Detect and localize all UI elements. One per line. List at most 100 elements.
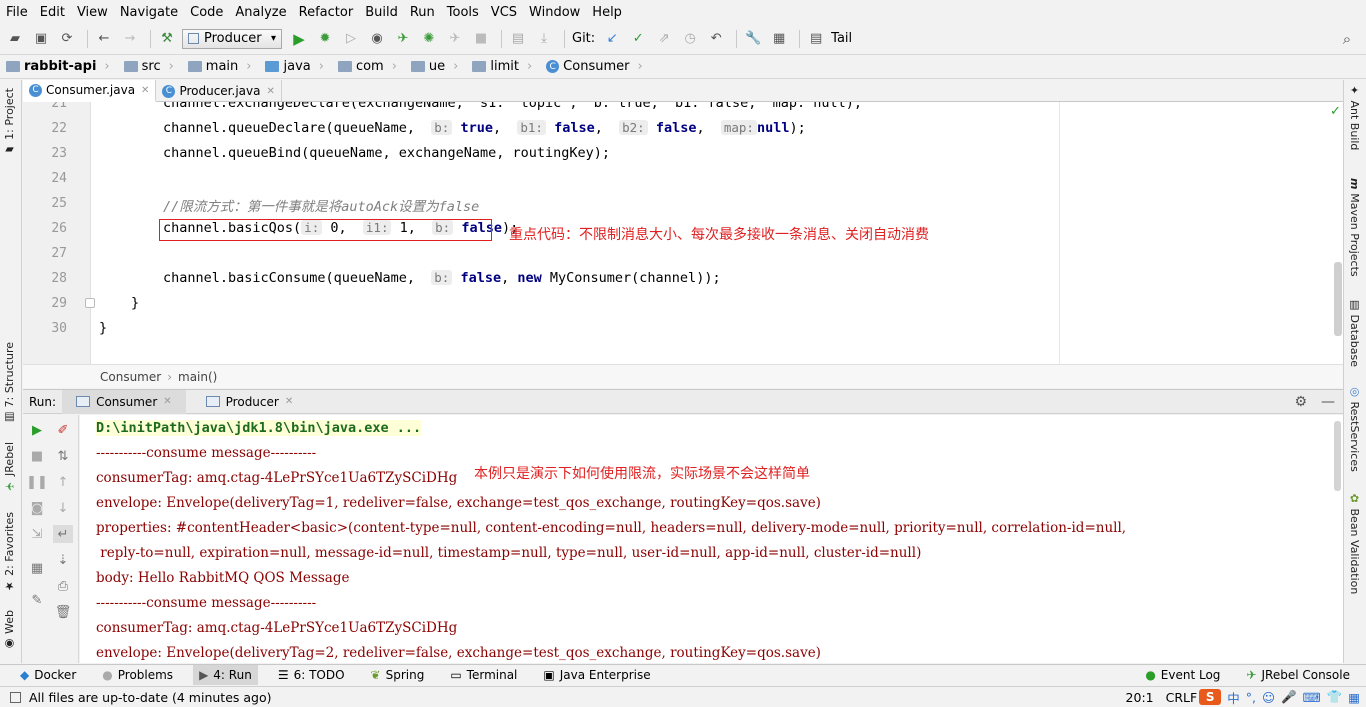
ime-skin-icon[interactable]: 👕 xyxy=(1327,689,1343,705)
git-update-icon[interactable]: ↙ xyxy=(601,28,623,50)
bottom-tab-spring[interactable]: ❦ Spring xyxy=(365,665,431,685)
pin-icon[interactable]: ✎ xyxy=(27,591,47,609)
menu-tools[interactable]: Tools xyxy=(447,5,479,20)
tool-window-maven[interactable]: m Maven Projects xyxy=(1348,178,1361,277)
debug-icon[interactable]: ✹ xyxy=(314,28,336,50)
bottom-tab-event-log[interactable]: ● Event Log xyxy=(1139,665,1226,685)
clear-icon[interactable]: ✐ xyxy=(53,421,73,439)
breadcrumb-limit[interactable]: limit › xyxy=(472,59,532,74)
bottom-tab-terminal[interactable]: ▭ Terminal xyxy=(444,665,523,685)
code-crumb-method[interactable]: main() xyxy=(178,370,217,384)
project-structure-icon[interactable]: ▤ xyxy=(507,28,529,50)
back-icon[interactable]: ← xyxy=(93,28,115,50)
close-icon[interactable]: ✕ xyxy=(141,85,149,96)
bottom-tab-problems[interactable]: ● Problems xyxy=(96,665,179,685)
menu-analyze[interactable]: Analyze xyxy=(235,5,286,20)
menu-refactor[interactable]: Refactor xyxy=(299,5,354,20)
sdk-download-icon[interactable]: ⤓ xyxy=(533,28,555,50)
console-output[interactable]: D:\initPath\java\jdk1.8\bin\java.exe ...… xyxy=(80,415,1343,663)
breadcrumb-com[interactable]: com › xyxy=(337,59,397,74)
soft-wrap-icon[interactable]: ↵ xyxy=(53,525,73,543)
bottom-tab-run[interactable]: ▶ 4: Run xyxy=(193,665,258,685)
forward-icon[interactable]: → xyxy=(119,28,141,50)
tool-window-favorites[interactable]: ★ 2: Favorites xyxy=(3,512,16,592)
tool-window-structure[interactable]: ▤ 7: Structure xyxy=(3,342,16,424)
run-coverage-icon[interactable]: ▷ xyxy=(340,28,362,50)
tab-consumer-java[interactable]: C Consumer.java ✕ xyxy=(23,80,157,102)
run-tab-consumer[interactable]: Consumer ✕ xyxy=(62,389,186,414)
git-rollback-icon[interactable]: ↶ xyxy=(705,28,727,50)
breadcrumb-main[interactable]: main › xyxy=(187,59,251,74)
run-config-select[interactable]: Producer ▾ xyxy=(182,28,282,49)
run-icon[interactable]: ▶ xyxy=(288,28,310,50)
status-toggle-icon[interactable] xyxy=(10,691,21,703)
code-editor[interactable]: 21 22 23 24 25 26 27 28 29 30 channel.ex… xyxy=(23,102,1343,364)
menu-code[interactable]: Code xyxy=(190,5,223,20)
close-icon[interactable]: ✕ xyxy=(285,396,293,407)
tool-window-bean-validation[interactable]: ✿ Bean Validation xyxy=(1348,492,1361,594)
rerun-icon[interactable]: ▶ xyxy=(27,421,47,439)
jrebel-run-icon[interactable]: ✈ xyxy=(392,28,414,50)
console-scrollbar[interactable] xyxy=(1334,421,1341,491)
bottom-tab-java-enterprise[interactable]: ▣ Java Enterprise xyxy=(537,665,656,685)
breadcrumb-src[interactable]: src › xyxy=(123,59,174,74)
settings-wrench-icon[interactable]: 🔧 xyxy=(742,28,764,50)
tail-label[interactable]: Tail xyxy=(831,31,852,46)
breadcrumb-java[interactable]: java › xyxy=(265,59,324,74)
open-folder-icon[interactable]: ▰ xyxy=(4,28,26,50)
git-commit-icon[interactable]: ✓ xyxy=(627,28,649,50)
tail-icon[interactable]: ▤ xyxy=(805,28,827,50)
stop-icon[interactable]: ■ xyxy=(27,447,47,465)
tool-window-jrebel[interactable]: ✈ JRebel xyxy=(3,442,16,492)
bottom-tab-todo[interactable]: ☰ 6: TODO xyxy=(272,665,351,685)
stop-icon[interactable]: ■ xyxy=(470,28,492,50)
breadcrumb-ue[interactable]: ue › xyxy=(410,59,458,74)
hide-panel-icon[interactable]: — xyxy=(1321,394,1335,410)
down-arrow-icon[interactable]: ↓ xyxy=(53,499,73,517)
menu-window[interactable]: Window xyxy=(529,5,580,20)
close-icon[interactable]: ✕ xyxy=(163,396,171,407)
menu-edit[interactable]: Edit xyxy=(40,5,65,20)
tool-window-restservices[interactable]: ◎ RestServices xyxy=(1348,385,1361,472)
gear-icon[interactable]: ⚙ xyxy=(1294,394,1307,410)
up-arrow-icon[interactable]: ↑ xyxy=(53,473,73,491)
close-icon[interactable]: ✕ xyxy=(266,86,274,97)
tool-window-web[interactable]: ◉ Web xyxy=(3,610,16,650)
menu-view[interactable]: View xyxy=(77,5,108,20)
git-push-icon[interactable]: ⇗ xyxy=(653,28,675,50)
code-crumb-class[interactable]: Consumer xyxy=(100,370,161,384)
print-icon[interactable]: ⎙ xyxy=(53,577,73,595)
breadcrumb-project[interactable]: rabbit-api › xyxy=(6,59,110,74)
jrebel-update-icon[interactable]: ✈ xyxy=(444,28,466,50)
ime-punct-icon[interactable]: °, xyxy=(1246,690,1256,705)
tab-producer-java[interactable]: C Producer.java ✕ xyxy=(156,80,282,102)
ime-lang[interactable]: 中 xyxy=(1227,688,1240,707)
layout-icon[interactable]: ▦ xyxy=(27,559,47,577)
ime-keyboard-icon[interactable]: ⌨ xyxy=(1303,690,1321,705)
ime-grid-icon[interactable]: ▦ xyxy=(1348,690,1360,705)
bottom-tab-docker[interactable]: ◆ Docker xyxy=(14,665,82,685)
menu-run[interactable]: Run xyxy=(410,5,435,20)
pause-icon[interactable]: ❚❚ xyxy=(26,473,48,491)
menu-vcs[interactable]: VCS xyxy=(491,5,517,20)
exit-icon[interactable]: ⇲ xyxy=(27,525,47,543)
tool-window-project[interactable]: ▰ 1: Project xyxy=(3,88,16,156)
line-ending[interactable]: CRLF xyxy=(1166,690,1198,705)
project-structure-folder-icon[interactable]: ▦ xyxy=(768,28,790,50)
camera-icon[interactable]: ◙ xyxy=(27,499,47,517)
editor-scrollbar[interactable] xyxy=(1334,262,1342,336)
caret-position[interactable]: 20:1 xyxy=(1126,690,1154,705)
sort-icon[interactable]: ⇅ xyxy=(53,447,73,465)
tool-window-ant-build[interactable]: ✦ Ant Build xyxy=(1348,84,1361,150)
run-tab-producer[interactable]: Producer ✕ xyxy=(192,390,308,414)
menu-file[interactable]: File xyxy=(6,5,28,20)
menu-build[interactable]: Build xyxy=(365,5,398,20)
build-hammer-icon[interactable]: ⚒ xyxy=(156,28,178,50)
search-icon[interactable]: ⌕ xyxy=(1336,28,1358,50)
sync-icon[interactable]: ⟳ xyxy=(56,28,78,50)
git-history-icon[interactable]: ◷ xyxy=(679,28,701,50)
menu-navigate[interactable]: Navigate xyxy=(120,5,178,20)
bottom-tab-jrebel-console[interactable]: ✈ JRebel Console xyxy=(1240,665,1356,685)
menu-help[interactable]: Help xyxy=(592,5,622,20)
fold-icon[interactable] xyxy=(85,298,95,308)
